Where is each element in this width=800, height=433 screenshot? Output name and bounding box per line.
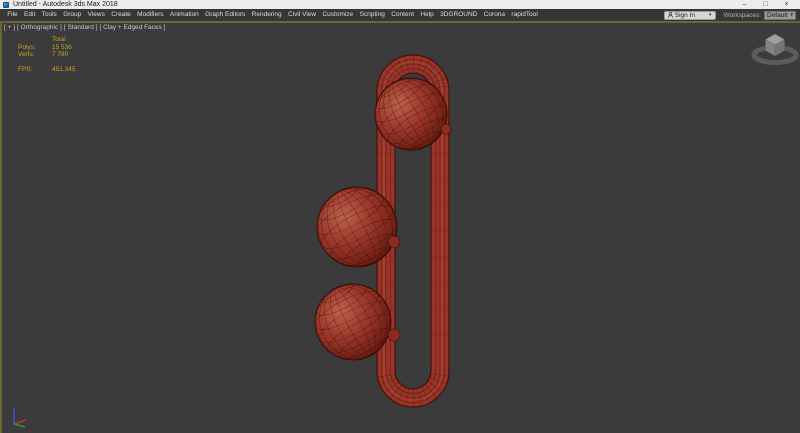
scene-canvas[interactable] xyxy=(2,23,800,433)
stats-polys-value: 15 536 xyxy=(52,44,72,52)
workspaces-selected: Default xyxy=(767,11,790,20)
stats-total-spacer xyxy=(18,36,52,44)
workspaces-dropdown-arrow: ▾ xyxy=(790,11,793,20)
sign-in-dropdown-arrow[interactable]: ▾ xyxy=(709,11,712,20)
menu-item-3dground[interactable]: 3DGROUND xyxy=(437,9,481,21)
menu-item-modifiers[interactable]: Modifiers xyxy=(134,9,167,21)
sign-in-button[interactable]: Sign In ▾ xyxy=(664,11,716,20)
workspaces-label: Workspaces: xyxy=(724,12,761,19)
menu-item-graph-editors[interactable]: Graph Editors xyxy=(202,9,248,21)
stats-polys-row: Polys: 15 536 xyxy=(18,44,76,52)
stats-verts-row: Verts: 7 780 xyxy=(18,51,76,59)
menu-item-rendering[interactable]: Rendering xyxy=(248,9,284,21)
viewport-label-segment-1[interactable]: [ Orthographic ] xyxy=(17,24,62,31)
menu-item-tools[interactable]: Tools xyxy=(38,9,60,21)
menu-bar: FileEditToolsGroupViewsCreateModifiersAn… xyxy=(0,9,800,21)
menu-item-customize[interactable]: Customize xyxy=(319,9,356,21)
sign-in-label: Sign In xyxy=(675,11,695,20)
stats-fps-value: 451.345 xyxy=(52,66,76,74)
user-icon xyxy=(668,12,673,18)
window-controls: – □ × xyxy=(734,0,797,9)
stats-total-row: Total xyxy=(18,36,76,44)
world-axis-tripod xyxy=(14,408,26,427)
stats-fps-row: FPS: 451.345 xyxy=(18,66,76,74)
stats-fps-label: FPS: xyxy=(18,66,52,74)
3ds-max-window: Untitled - Autodesk 3ds Max 2018 – □ × F… xyxy=(0,0,800,433)
menu-item-edit[interactable]: Edit xyxy=(21,9,39,21)
viewport-label: [ + ][ Orthographic ][ Standard ][ Clay … xyxy=(4,24,167,31)
close-button[interactable]: × xyxy=(776,0,797,9)
menu-item-group[interactable]: Group xyxy=(60,9,84,21)
title-bar: Untitled - Autodesk 3ds Max 2018 – □ × xyxy=(0,0,800,9)
viewport-statistics: Total Polys: 15 536 Verts: 7 780 FPS: 45… xyxy=(18,36,76,73)
viewport[interactable]: [ + ][ Orthographic ][ Standard ][ Clay … xyxy=(0,21,800,433)
menu-bar-items: FileEditToolsGroupViewsCreateModifiersAn… xyxy=(4,9,541,21)
model-knob xyxy=(388,236,400,248)
viewport-label-segment-2[interactable]: [ Standard ] xyxy=(64,24,98,31)
stats-verts-value: 7 780 xyxy=(52,51,68,59)
stats-verts-label: Verts: xyxy=(18,51,52,59)
menu-item-rapidtool[interactable]: rapidTool xyxy=(508,9,541,21)
menu-item-civil-view[interactable]: Civil View xyxy=(285,9,319,21)
menu-item-animation[interactable]: Animation xyxy=(167,9,202,21)
viewport-label-segment-0[interactable]: [ + ] xyxy=(4,24,15,31)
menu-item-scripting[interactable]: Scripting xyxy=(356,9,388,21)
model-knob xyxy=(388,329,400,341)
menu-item-create[interactable]: Create xyxy=(108,9,134,21)
maximize-button[interactable]: □ xyxy=(755,0,776,9)
stats-total-header: Total xyxy=(52,36,66,44)
minimize-button[interactable]: – xyxy=(734,0,755,9)
model-knob xyxy=(441,124,451,134)
menu-item-corona[interactable]: Corona xyxy=(481,9,509,21)
stats-polys-label: Polys: xyxy=(18,44,52,52)
menu-bar-right: Sign In ▾ Workspaces: Default ▾ xyxy=(664,11,796,20)
window-title: Untitled - Autodesk 3ds Max 2018 xyxy=(13,0,118,9)
menu-item-content[interactable]: Content xyxy=(388,9,417,21)
menu-item-file[interactable]: File xyxy=(4,9,21,21)
menu-item-help[interactable]: Help xyxy=(417,9,437,21)
viewport-label-segment-3[interactable]: [ Clay + Edged Faces ] xyxy=(99,24,165,31)
view-cube[interactable] xyxy=(754,34,796,63)
workspaces-dropdown[interactable]: Default ▾ xyxy=(764,11,796,20)
3ds-max-app-icon xyxy=(3,2,9,8)
menu-item-views[interactable]: Views xyxy=(84,9,108,21)
